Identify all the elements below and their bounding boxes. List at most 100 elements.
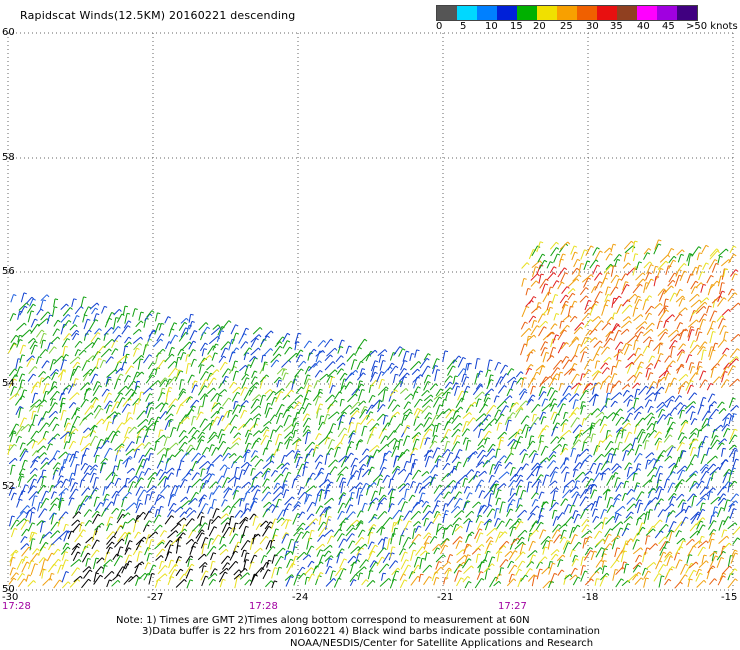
wind-barb bbox=[571, 491, 577, 499]
wind-barb-feather bbox=[234, 360, 239, 363]
wind-barb bbox=[271, 397, 275, 406]
wind-barb bbox=[324, 529, 332, 537]
wind-barb-feather bbox=[235, 490, 239, 492]
wind-barb bbox=[578, 263, 582, 275]
wind-barb bbox=[276, 380, 280, 388]
wind-barb-feather bbox=[553, 272, 557, 275]
wind-barb bbox=[229, 533, 236, 545]
wind-barb bbox=[262, 569, 269, 580]
wind-barb bbox=[144, 467, 149, 476]
wind-barb-feather bbox=[57, 336, 61, 340]
wind-barb bbox=[26, 439, 34, 446]
wind-barb-feather bbox=[284, 484, 288, 486]
wind-barb-feather bbox=[22, 344, 27, 347]
wind-barb-feather bbox=[118, 412, 121, 415]
wind-barb-feather bbox=[618, 380, 622, 384]
wind-barb bbox=[440, 544, 446, 555]
wind-barb bbox=[163, 478, 167, 488]
wind-barb bbox=[568, 412, 575, 419]
wind-barb bbox=[484, 437, 488, 445]
wind-barb-feather bbox=[599, 530, 603, 534]
wind-barb-feather bbox=[282, 547, 286, 551]
wind-barb bbox=[304, 577, 308, 585]
wind-barb-feather bbox=[536, 505, 540, 509]
wind-barb bbox=[329, 570, 334, 581]
wind-barb-feather bbox=[150, 407, 154, 409]
wind-barb bbox=[553, 313, 557, 321]
wind-barb bbox=[111, 465, 116, 477]
wind-barb-feather bbox=[458, 355, 462, 359]
wind-barb-feather bbox=[257, 533, 261, 537]
wind-barb-feather bbox=[258, 413, 262, 417]
wind-barb-feather bbox=[227, 368, 231, 371]
wind-barb bbox=[211, 352, 216, 361]
wind-barb bbox=[345, 527, 354, 537]
wind-barb bbox=[244, 429, 249, 438]
wind-barb-feather bbox=[312, 441, 316, 445]
wind-barb bbox=[546, 355, 553, 362]
wind-barb-feather bbox=[452, 409, 456, 412]
wind-barb-feather bbox=[98, 385, 103, 388]
wind-barb bbox=[133, 443, 143, 452]
wind-barb bbox=[146, 553, 150, 562]
wind-barb-feather bbox=[480, 520, 484, 524]
wind-barb-feather bbox=[161, 333, 165, 336]
wind-barb bbox=[599, 423, 605, 434]
wind-barb-feather bbox=[118, 334, 122, 338]
wind-barb-feather bbox=[481, 544, 485, 548]
wind-barb-feather bbox=[77, 356, 81, 360]
wind-barb bbox=[19, 379, 23, 390]
wind-barb-feather bbox=[190, 313, 194, 316]
wind-barb bbox=[475, 554, 479, 563]
wind-barb bbox=[583, 359, 591, 370]
wind-barb bbox=[557, 372, 561, 381]
wind-barb bbox=[589, 462, 594, 471]
wind-barb-feather bbox=[525, 574, 529, 578]
wind-barb bbox=[595, 559, 602, 568]
wind-barb-feather bbox=[519, 428, 523, 432]
wind-barb bbox=[210, 392, 218, 402]
wind-barb-feather bbox=[468, 362, 472, 365]
wind-barb-feather bbox=[352, 432, 356, 435]
wind-barb-feather bbox=[128, 320, 132, 323]
wind-barb bbox=[302, 413, 308, 421]
wind-barb bbox=[91, 530, 96, 542]
wind-barb bbox=[485, 455, 495, 465]
wind-barb bbox=[251, 370, 255, 378]
wind-barb bbox=[378, 444, 388, 453]
wind-barb-feather bbox=[254, 386, 258, 389]
wind-barb bbox=[103, 447, 111, 459]
wind-barb-feather bbox=[31, 511, 35, 514]
wind-barb-feather bbox=[124, 521, 129, 524]
wind-barb-feather bbox=[95, 319, 99, 322]
wind-barb bbox=[52, 328, 58, 337]
wind-barb-feather bbox=[232, 505, 236, 509]
wind-barb bbox=[435, 561, 440, 570]
wind-barb-feather bbox=[139, 502, 144, 505]
wind-barb bbox=[486, 508, 493, 518]
wind-barb-feather bbox=[270, 389, 273, 393]
wind-barb bbox=[122, 306, 126, 316]
wind-barb-feather bbox=[573, 245, 578, 248]
wind-barb-feather bbox=[616, 497, 620, 501]
wind-barb-feather bbox=[109, 579, 113, 582]
wind-barb bbox=[232, 498, 241, 507]
wind-barb bbox=[240, 508, 248, 518]
wind-barb bbox=[50, 336, 59, 344]
wind-barb-feather bbox=[76, 329, 80, 333]
wind-barb bbox=[536, 302, 539, 311]
wind-barb-feather bbox=[525, 463, 529, 466]
wind-barb-feather bbox=[364, 425, 368, 428]
wind-barb-feather bbox=[358, 487, 362, 490]
wind-barb bbox=[143, 510, 150, 521]
wind-barb-feather bbox=[13, 430, 17, 433]
wind-barb-feather bbox=[351, 524, 355, 527]
wind-barb bbox=[262, 508, 268, 518]
wind-barb-feather bbox=[319, 391, 323, 395]
wind-barb-feather bbox=[555, 313, 560, 315]
wind-barb-feather bbox=[575, 558, 579, 561]
wind-barb bbox=[349, 369, 357, 377]
wind-barb bbox=[189, 330, 195, 341]
wind-barb bbox=[83, 306, 89, 316]
wind-barb-feather bbox=[205, 575, 209, 578]
